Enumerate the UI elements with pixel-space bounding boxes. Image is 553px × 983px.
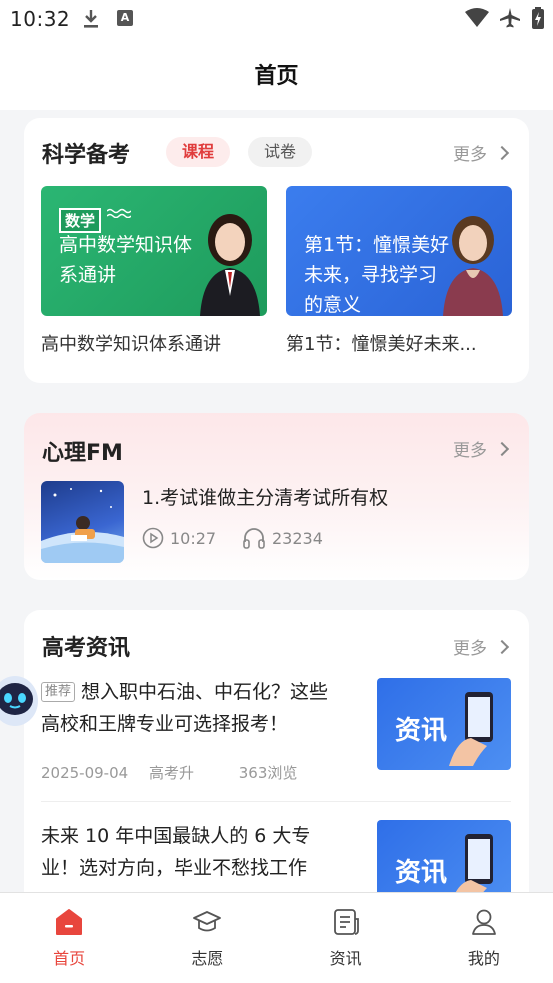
fm-item-title[interactable]: 1.考试谁做主分清考试所有权 (142, 483, 388, 510)
status-time: 10:32 (10, 7, 71, 31)
tab-course[interactable]: 课程 (166, 137, 230, 167)
nav-news-label: 资讯 (329, 949, 362, 968)
nav-profile-label: 我的 (467, 949, 500, 968)
gaokao-news-card: 高考资讯 更多 推荐 想入职中石油、中石化？这些高校和王牌专业可选择报考！ 202… (24, 610, 529, 912)
news-more-link[interactable]: 更多 (453, 634, 510, 659)
news-image-word: 资讯 (395, 716, 448, 746)
nav-volunteer[interactable]: 志愿 (138, 893, 276, 983)
airplane-icon (500, 8, 520, 28)
course-thumbnail[interactable]: 第1节：憧憬美好未来，寻找学习的意义 (286, 186, 512, 316)
download-icon (84, 10, 98, 28)
more-label: 更多 (453, 145, 487, 165)
bottom-navigation: 首页 志愿 资讯 我的 (0, 892, 553, 983)
exam-more-link[interactable]: 更多 (453, 140, 510, 165)
course-thumbnail[interactable]: 数学 高中数学知识体系通讲 (41, 186, 267, 316)
tab-paper[interactable]: 试卷 (248, 137, 312, 167)
nav-home-label: 首页 (53, 949, 86, 968)
teacher-photo (443, 216, 503, 316)
fm-listens-value: 23234 (272, 528, 323, 548)
headphones-icon (243, 528, 265, 549)
news-title: 推荐 想入职中石油、中石化？这些高校和王牌专业可选择报考！ (41, 676, 341, 740)
fm-thumbnail[interactable] (41, 481, 124, 563)
status-right-icons (465, 7, 545, 29)
course-caption[interactable]: 高中数学知识体系通讲 (41, 330, 263, 356)
news-image-word: 资讯 (395, 858, 448, 888)
battery-icon (532, 7, 544, 29)
fm-listens: 23234 (242, 527, 323, 549)
graduation-cap-icon (193, 911, 222, 932)
nav-news[interactable]: 资讯 (277, 893, 415, 983)
exam-prep-card: 科学备考 课程 试卷 更多 数学 高中数学知识体系通讲 高中数学知识体系通讲 第… (24, 118, 529, 383)
chevron-right-icon (494, 145, 510, 160)
news-views: 363浏览 (238, 764, 298, 782)
user-icon (471, 909, 496, 935)
status-bar: 10:32 A (0, 0, 553, 38)
divider (41, 801, 511, 802)
news-title-text: 想入职中石油、中石化？这些高校和王牌专业可选择报考！ (41, 681, 329, 735)
news-thumbnail: 资讯 (377, 678, 511, 770)
recommend-tag: 推荐 (41, 682, 76, 702)
wifi-icon (465, 8, 489, 27)
exam-section-title: 科学备考 (42, 143, 131, 168)
nav-profile[interactable]: 我的 (415, 893, 553, 983)
a-icon: A (117, 10, 133, 26)
play-circle-icon (142, 527, 164, 549)
course-image-text: 高中数学知识体系通讲 (59, 234, 193, 286)
news-item[interactable]: 推荐 想入职中石油、中石化？这些高校和王牌专业可选择报考！ 2025-09-04 … (41, 676, 511, 796)
nav-home[interactable]: 首页 (0, 893, 138, 983)
fm-section-title: 心理FM (42, 441, 123, 466)
page-title: 首页 (254, 64, 299, 89)
home-icon (56, 909, 83, 935)
psychology-fm-card: 心理FM 更多 1.考试谁做主分清考试所有权 10:27 23234 (24, 413, 529, 580)
fm-more-link[interactable]: 更多 (453, 436, 510, 461)
more-label: 更多 (453, 441, 487, 461)
fm-duration: 10:27 (142, 527, 216, 549)
chevron-right-icon (494, 441, 510, 456)
news-date: 2025-09-04 (41, 764, 129, 782)
fm-duration-value: 10:27 (170, 528, 217, 548)
news-source: 高考升 (148, 764, 194, 782)
course-image-text: 第1节：憧憬美好未来，寻找学习的意义 (304, 234, 450, 316)
reading-child-illustration (41, 488, 124, 563)
course-caption[interactable]: 第1节：憧憬美好未来... (286, 330, 508, 356)
wave-decoration-icon (107, 208, 131, 218)
news-title-text: 未来 10 年中国最缺人的 6 大专业！选对方向，毕业不愁找工作 (41, 825, 311, 879)
nav-volunteer-label: 志愿 (191, 949, 224, 968)
news-icon (333, 909, 359, 935)
teacher-photo (200, 214, 260, 316)
news-meta: 2025-09-04 高考升 363浏览 (41, 762, 297, 783)
app-header: 首页 (0, 38, 553, 110)
chevron-right-icon (494, 639, 510, 654)
more-label: 更多 (453, 639, 487, 659)
ai-assistant-robot-icon[interactable] (0, 672, 40, 730)
phone-hand-illustration (449, 692, 493, 766)
news-section-title: 高考资讯 (42, 636, 131, 661)
